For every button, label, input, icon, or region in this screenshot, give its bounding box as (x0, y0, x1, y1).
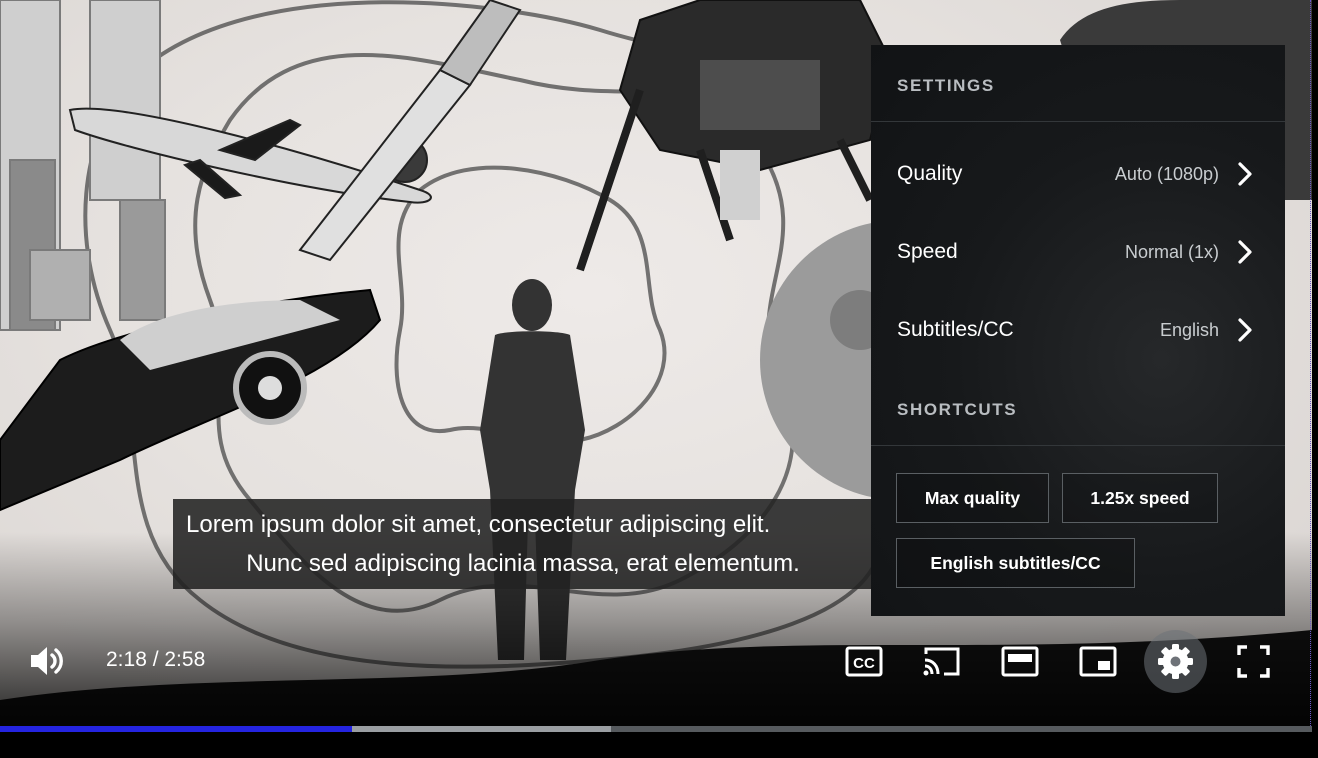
time-display: 2:18 / 2:58 (106, 648, 206, 671)
max-quality-shortcut-button[interactable]: Max quality (896, 473, 1049, 523)
fullscreen-icon[interactable] (1236, 644, 1271, 679)
quality-value: Auto (1080p) (1114, 164, 1219, 184)
volume-icon[interactable] (28, 644, 66, 678)
chevron-right-icon (1238, 318, 1252, 342)
chevron-right-icon (1238, 162, 1252, 186)
subtitle-box: Lorem ipsum dolor sit amet, consectetur … (173, 499, 873, 589)
subtitles-menu-item[interactable]: Subtitles/CC English (871, 300, 1285, 360)
cast-icon[interactable] (922, 645, 962, 678)
miniplayer-icon[interactable] (1079, 646, 1117, 677)
subtitles-value: English (1159, 320, 1219, 340)
settings-gear-icon (1158, 644, 1193, 679)
quality-label: Quality (897, 162, 963, 185)
progress-bar[interactable] (0, 726, 1312, 732)
svg-text:CC: CC (853, 655, 875, 672)
speed-label: Speed (897, 240, 958, 263)
settings-button[interactable] (1144, 630, 1207, 693)
subtitles-label: Subtitles/CC (897, 318, 1014, 341)
speed-value: Normal (1x) (1124, 242, 1219, 262)
quality-menu-item[interactable]: Quality Auto (1080p) (871, 144, 1285, 204)
frame-edge (1310, 0, 1311, 732)
chevron-right-icon (1238, 240, 1252, 264)
speed-menu-item[interactable]: Speed Normal (1x) (871, 222, 1285, 282)
played-bar (0, 726, 352, 732)
subtitle-line-1: Lorem ipsum dolor sit amet, consectetur … (186, 511, 771, 538)
settings-divider (871, 121, 1285, 122)
shortcuts-divider (871, 445, 1285, 446)
video-player: Lorem ipsum dolor sit amet, consectetur … (0, 0, 1318, 758)
settings-menu: SETTINGS Quality Auto (1080p) Speed Norm… (871, 45, 1285, 616)
closed-captions-icon[interactable]: CC (845, 646, 883, 677)
settings-title: SETTINGS (897, 76, 995, 95)
theater-mode-icon[interactable] (1001, 646, 1039, 677)
speed-shortcut-button[interactable]: 1.25x speed (1062, 473, 1218, 523)
subtitle-line-2: Nunc sed adipiscing lacinia massa, erat … (246, 550, 800, 577)
shortcuts-title: SHORTCUTS (897, 400, 1018, 419)
subtitles-shortcut-button[interactable]: English subtitles/CC (896, 538, 1135, 588)
